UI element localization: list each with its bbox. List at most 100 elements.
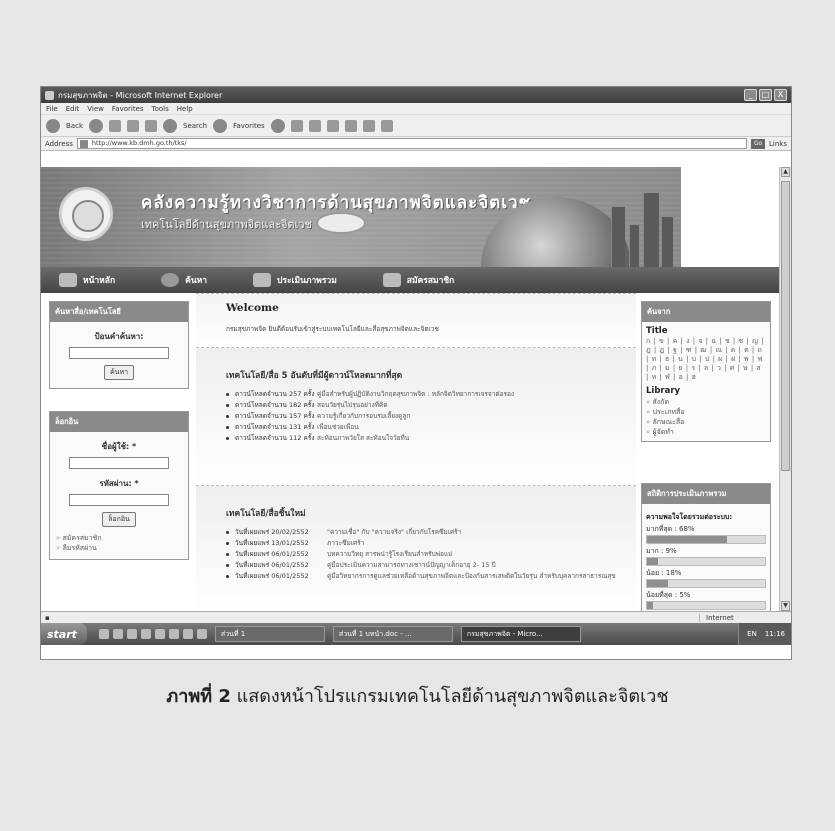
- back-icon[interactable]: [46, 118, 60, 133]
- building-graphic: [461, 177, 681, 267]
- register-link[interactable]: สมัครสมาชิก: [56, 534, 102, 542]
- forward-icon[interactable]: [89, 118, 103, 133]
- item-title-link[interactable]: คู่มือประเมินความสามารถทางเชาวน์ปัญญาเด็…: [327, 561, 496, 569]
- page-viewport: คลังความรู้ทางวิชาการด้านสุขภาพจิตและจิต…: [41, 167, 781, 611]
- stop-icon[interactable]: [109, 119, 121, 132]
- messenger-icon[interactable]: [380, 119, 393, 132]
- close-button[interactable]: X: [774, 89, 787, 101]
- nav-label: ประเมินภาพรวม: [277, 276, 337, 286]
- quick-launch-icon[interactable]: [196, 629, 207, 639]
- item-title-link[interactable]: คู่มือสำหรับผู้ปฏิบัติงานวิกฤตสุขภาพจิต …: [317, 390, 514, 398]
- login-box: ล็อกอิน ชื่อผู้ใช้: * รหัสผ่าน: * ล็อกอิ…: [49, 411, 189, 560]
- list-item: ดาวน์โหลดจำนวน 257 ครั้ง คู่มือสำหรับผู้ป…: [226, 390, 622, 398]
- nav-register[interactable]: สมัครสมาชิก: [382, 273, 455, 287]
- password-field[interactable]: [69, 494, 169, 506]
- department-logo-icon: [59, 187, 113, 241]
- stat-label: น้อยที่สุด : 5%: [646, 591, 691, 599]
- search-button[interactable]: Search: [183, 122, 207, 130]
- menu-edit[interactable]: Edit: [66, 105, 80, 113]
- quick-launch-icon[interactable]: [140, 629, 151, 639]
- forgot-password-link[interactable]: ลืมรหัสผ่าน: [56, 544, 97, 552]
- go-button[interactable]: Go: [751, 138, 766, 149]
- item-title-link[interactable]: สะท้อนภาพวัยใส สะท้อนใจวัยทีน: [317, 434, 409, 442]
- edit-icon[interactable]: [326, 119, 339, 132]
- maximize-button[interactable]: □: [759, 89, 772, 101]
- nav-home[interactable]: หน้าหลัก: [59, 273, 115, 287]
- links-button[interactable]: Links: [769, 140, 787, 148]
- username-label: ชื่อผู้ใช้: *: [101, 442, 137, 451]
- nav-evaluate[interactable]: ประเมินภาพรวม: [253, 273, 337, 287]
- taskbar: start ส่วนที่ 1 ส่วนที่ 1 บทนำ.doc - ...…: [41, 623, 791, 645]
- page-content: ค้นหาสื่อ/เทคโนโลยี ป้อนคำค้นหา: ค้นหา ล…: [41, 293, 781, 611]
- taskbar-folder-task[interactable]: ส่วนที่ 1: [214, 626, 325, 642]
- newest-panel: เทคโนโลยี/สื่อชิ้นใหม่ วันที่เผยแพร่ 20/…: [196, 485, 636, 611]
- stat-bar: [646, 601, 766, 610]
- figure-number: ภาพที่ 2: [166, 686, 231, 707]
- search-submit-button[interactable]: ค้นหา: [103, 365, 134, 380]
- nav-search[interactable]: ค้นหา: [161, 273, 207, 287]
- taskbar-ie-task[interactable]: กรมสุขภาพจิต - Micro...: [460, 626, 581, 642]
- menu-file[interactable]: File: [46, 105, 58, 113]
- alphabet-index[interactable]: ก | ข | ค | ง | จ | ฉ | ช | ซ | ญ | ฎ | …: [642, 337, 770, 382]
- figure-text: แสดงหน้าโปรแกรมเทคโนโลยีด้านสุขภาพจิตและ…: [236, 686, 669, 707]
- scroll-down-icon[interactable]: ▼: [781, 601, 790, 611]
- menu-help[interactable]: Help: [177, 105, 193, 113]
- welcome-title: Welcome: [226, 302, 279, 314]
- quick-launch-icon[interactable]: [98, 629, 109, 639]
- top5-title: เทคโนโลยี/สื่อ 5 อันดับที่มีผู้ดาวน์โหลด…: [226, 371, 403, 381]
- favorites-star-icon[interactable]: [213, 118, 228, 133]
- taskbar-word-task[interactable]: ส่วนที่ 1 บทนำ.doc - ...: [332, 626, 453, 642]
- favorites-button[interactable]: Favorites: [233, 122, 265, 130]
- vertical-scrollbar[interactable]: ▲ ▼: [779, 167, 791, 611]
- window-titlebar: กรมสุขภาพจิต - Microsoft Internet Explor…: [41, 87, 791, 103]
- search-input[interactable]: [69, 347, 169, 359]
- language-indicator[interactable]: EN: [747, 630, 757, 638]
- quick-launch-icon[interactable]: [182, 629, 193, 639]
- item-title-link[interactable]: สอนวัยรุ่นไม่รุนอย่างที่คิด: [317, 401, 388, 409]
- download-count: ดาวน์โหลดจำนวน 112 ครั้ง: [235, 434, 315, 442]
- quick-launch-icon[interactable]: [154, 629, 165, 639]
- menu-tools[interactable]: Tools: [152, 105, 169, 113]
- menu-view[interactable]: View: [87, 105, 104, 113]
- discuss-icon[interactable]: [344, 119, 357, 132]
- refresh-icon[interactable]: [127, 119, 139, 132]
- scroll-thumb[interactable]: [781, 181, 790, 471]
- ie-logo-icon: [45, 90, 54, 100]
- library-section-label: Library: [646, 386, 681, 396]
- item-title-link[interactable]: ภาวะซึมเศร้า: [327, 539, 364, 547]
- stat-label: น้อย : 18%: [646, 569, 682, 577]
- history-icon[interactable]: [270, 118, 285, 133]
- item-title-link[interactable]: "ความเชื่อ" กับ "ความจริง" เกี่ยวกับโรคซ…: [327, 528, 461, 536]
- menu-favorites[interactable]: Favorites: [112, 105, 144, 113]
- minimize-button[interactable]: _: [744, 89, 757, 101]
- quick-launch-icon[interactable]: [126, 629, 137, 639]
- scroll-up-icon[interactable]: ▲: [781, 167, 790, 177]
- nav-label: สมัครสมาชิก: [406, 276, 455, 286]
- username-field[interactable]: [69, 457, 169, 469]
- quick-launch-icon[interactable]: [168, 629, 179, 639]
- mail-icon[interactable]: [290, 119, 303, 132]
- home-icon: [59, 273, 77, 287]
- library-link[interactable]: ผู้จัดทำ: [646, 428, 674, 436]
- publish-date: วันที่เผยแพร่ 06/01/2552: [235, 550, 309, 558]
- download-count: ดาวน์โหลดจำนวน 157 ครั้ง: [235, 412, 315, 420]
- back-button[interactable]: Back: [66, 122, 83, 130]
- quick-launch-icon[interactable]: [112, 629, 123, 639]
- item-title-link[interactable]: บทความวิทยุ สารพน่ารู้โรงเรียนสำหรับพ่อแ…: [327, 550, 452, 558]
- window-title: กรมสุขภาพจิต - Microsoft Internet Explor…: [58, 90, 223, 100]
- item-title-link[interactable]: คู่มือวิทยากรการดูแลช่วยเหลือด้านสุขภาพจ…: [327, 572, 616, 580]
- start-button[interactable]: start: [41, 623, 87, 645]
- home-icon[interactable]: [145, 119, 157, 132]
- search-icon[interactable]: [163, 118, 177, 133]
- library-link[interactable]: ลักษณะสื่อ: [646, 418, 684, 426]
- library-link[interactable]: สังกัด: [646, 398, 669, 406]
- login-button[interactable]: ล็อกอิน: [102, 512, 136, 527]
- print-icon[interactable]: [308, 119, 321, 132]
- url-input[interactable]: http://www.kb.dmh.go.th/tks/: [76, 138, 748, 149]
- research-icon[interactable]: [362, 119, 375, 132]
- list-item: วันที่เผยแพร่ 06/01/2552 คู่มือวิทยากรการ…: [226, 572, 622, 580]
- item-title-link[interactable]: ความรู้เกี่ยวกับการอบรมเลี้ยงดูลูก: [317, 412, 410, 420]
- library-link[interactable]: ประเภทสื่อ: [646, 408, 685, 416]
- item-title-link[interactable]: เพื่อนช่วยเพื่อน: [317, 423, 359, 431]
- browse-box-header: ค้นจาก: [642, 302, 770, 322]
